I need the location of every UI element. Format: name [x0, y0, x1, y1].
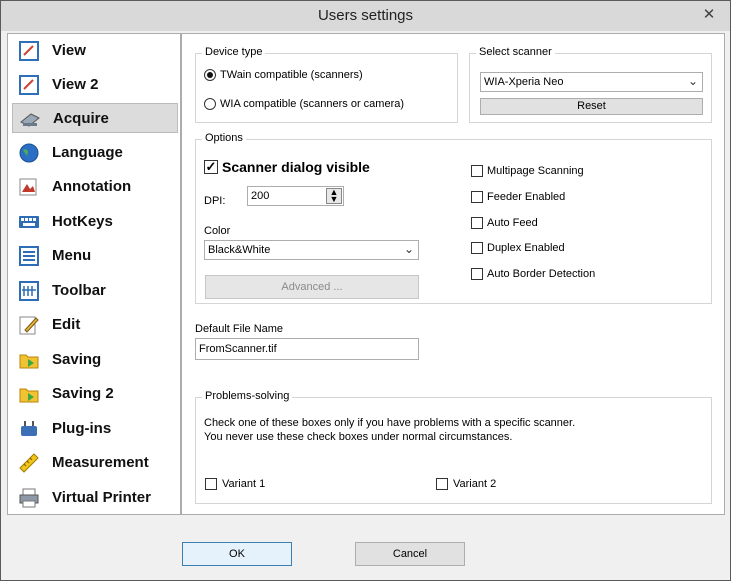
- duplex-checkbox[interactable]: [471, 242, 483, 254]
- cancel-button[interactable]: Cancel: [355, 542, 465, 566]
- close-button[interactable]: ✕: [698, 5, 720, 25]
- variant2-label: Variant 2: [453, 478, 497, 490]
- sidebar-item-annotation[interactable]: Annotation: [12, 172, 178, 202]
- view-icon: [19, 41, 39, 61]
- default-file-input[interactable]: FromScanner.tif: [195, 338, 419, 360]
- saving2-icon: [19, 388, 39, 403]
- wia-radio[interactable]: [204, 98, 216, 110]
- auto-feed-label: Auto Feed: [487, 217, 538, 229]
- feeder-label: Feeder Enabled: [487, 191, 566, 203]
- color-select[interactable]: Black&White ⌄: [204, 240, 419, 260]
- variant1-label: Variant 1: [222, 478, 266, 490]
- default-file-label: Default File Name: [195, 323, 284, 335]
- variant1-checkbox[interactable]: [205, 478, 217, 490]
- sidebar-item-plugins[interactable]: Plug-ins: [12, 414, 178, 444]
- multipage-label: Multipage Scanning: [487, 165, 584, 177]
- duplex-label: Duplex Enabled: [487, 242, 565, 254]
- device-type-legend: Device type: [202, 46, 266, 58]
- twain-radio[interactable]: [204, 69, 216, 81]
- sidebar-item-hotkeys[interactable]: HotKeys: [12, 207, 178, 237]
- sidebar-item-saving[interactable]: Saving: [12, 345, 178, 375]
- scanner-dialog-label: Scanner dialog visible: [222, 159, 370, 175]
- edit-icon: [19, 316, 39, 335]
- spin-arrows-icon[interactable]: ▲ ▼: [326, 188, 342, 204]
- saving-icon: [19, 354, 39, 369]
- ruler-icon: [19, 453, 39, 473]
- annotation-icon: [19, 178, 37, 196]
- sidebar-item-menu[interactable]: Menu: [12, 241, 178, 271]
- sidebar-item-label: Menu: [52, 247, 92, 264]
- sidebar-item-label: Saving: [52, 351, 102, 368]
- globe-icon: [19, 143, 39, 163]
- problems-group: Problems-solving Check one of these boxe…: [195, 390, 712, 504]
- chevron-down-icon: ⌄: [403, 242, 414, 256]
- acquire-panel: Device type TWain compatible (scanners) …: [181, 33, 725, 515]
- twain-label: TWain compatible (scanners): [220, 69, 363, 81]
- sidebar-item-label: Saving 2: [52, 385, 114, 402]
- auto-border-checkbox[interactable]: [471, 268, 483, 280]
- device-type-group: Device type TWain compatible (scanners) …: [195, 46, 458, 123]
- problems-line1: Check one of these boxes only if you hav…: [204, 417, 576, 429]
- scanner-icon: [20, 113, 40, 127]
- multipage-checkbox[interactable]: [471, 165, 483, 177]
- select-scanner-legend: Select scanner: [476, 46, 555, 58]
- auto-feed-checkbox[interactable]: [471, 217, 483, 229]
- sidebar-item-label: Annotation: [52, 178, 132, 195]
- color-select-value: Black&White: [208, 244, 271, 256]
- default-file-value: FromScanner.tif: [199, 343, 277, 355]
- options-legend: Options: [202, 132, 246, 144]
- options-group: Options ✓ Scanner dialog visible DPI: 20…: [195, 132, 712, 304]
- sidebar-item-view[interactable]: View: [12, 36, 178, 66]
- wia-label: WIA compatible (scanners or camera): [220, 98, 405, 110]
- title-bar: Users settings ✕: [1, 1, 730, 31]
- dpi-label: DPI:: [204, 195, 226, 207]
- sidebar-item-label: View: [52, 42, 86, 59]
- dpi-stepper[interactable]: 200 ▲ ▼: [247, 186, 344, 206]
- sidebar-item-label: Measurement: [52, 454, 149, 471]
- dpi-value: 200: [251, 190, 270, 202]
- sidebar-item-label: Plug-ins: [52, 420, 112, 437]
- sidebar: View View 2 Acquire Language Annotation …: [7, 33, 181, 515]
- problems-legend: Problems-solving: [202, 390, 293, 402]
- menu-icon: [19, 246, 39, 266]
- sidebar-item-saving2[interactable]: Saving 2: [12, 379, 178, 409]
- sidebar-item-toolbar[interactable]: Toolbar: [12, 276, 178, 306]
- sidebar-item-label: Toolbar: [52, 282, 106, 299]
- advanced-button[interactable]: Advanced ...: [205, 275, 419, 299]
- toolbar-icon: [19, 281, 39, 301]
- sidebar-item-label: Acquire: [53, 110, 109, 127]
- ok-button[interactable]: OK: [182, 542, 292, 566]
- settings-window: Users settings ✕ View View 2 Acquire Lan…: [0, 0, 731, 581]
- sidebar-item-edit[interactable]: Edit: [12, 310, 178, 340]
- reset-button[interactable]: Reset: [480, 98, 703, 115]
- scanner-dialog-checkbox[interactable]: ✓: [204, 160, 218, 174]
- variant2-checkbox[interactable]: [436, 478, 448, 490]
- sidebar-item-label: Virtual Printer: [52, 489, 151, 506]
- printer-icon: [19, 488, 39, 508]
- sidebar-item-view2[interactable]: View 2: [12, 70, 178, 100]
- sidebar-item-label: Language: [52, 144, 123, 161]
- scanner-select-value: WIA-Xperia Neo: [484, 76, 564, 88]
- scanner-select[interactable]: WIA-Xperia Neo ⌄: [480, 72, 703, 92]
- color-label: Color: [204, 225, 231, 237]
- feeder-checkbox[interactable]: [471, 191, 483, 203]
- view2-icon: [19, 75, 39, 95]
- sidebar-item-virtual-printer[interactable]: Virtual Printer: [12, 483, 178, 513]
- select-scanner-group: Select scanner WIA-Xperia Neo ⌄ Reset: [469, 46, 712, 123]
- window-title: Users settings: [317, 7, 414, 24]
- chevron-down-icon: ⌄: [687, 74, 698, 88]
- sidebar-item-label: View 2: [52, 76, 99, 93]
- problems-line2: You never use these check boxes under no…: [204, 431, 513, 443]
- sidebar-item-language[interactable]: Language: [12, 138, 178, 168]
- sidebar-item-label: Edit: [52, 316, 81, 333]
- auto-border-label: Auto Border Detection: [487, 268, 596, 280]
- keyboard-icon: [19, 216, 39, 228]
- sidebar-item-label: HotKeys: [52, 213, 113, 230]
- sidebar-item-acquire[interactable]: Acquire: [12, 103, 178, 133]
- sidebar-item-measurement[interactable]: Measurement: [12, 448, 178, 478]
- plugin-icon: [21, 421, 37, 436]
